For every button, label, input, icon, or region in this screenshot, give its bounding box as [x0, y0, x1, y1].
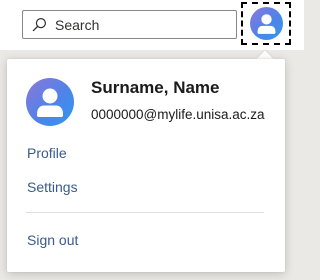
profile-link[interactable]: Profile — [27, 145, 67, 161]
user-name: Surname, Name — [91, 78, 220, 97]
person-icon — [37, 88, 63, 117]
top-bar — [0, 0, 304, 50]
sign-out-link[interactable]: Sign out — [27, 232, 78, 248]
menu-divider — [26, 212, 264, 213]
search-box[interactable] — [22, 10, 237, 39]
account-button[interactable] — [241, 2, 291, 45]
account-menu: Surname, Name 0000000@mylife.unisa.ac.za… — [7, 59, 285, 272]
search-icon — [31, 17, 47, 33]
person-icon — [257, 14, 275, 34]
avatar — [249, 7, 283, 40]
user-email: 0000000@mylife.unisa.ac.za — [91, 107, 265, 122]
profile-avatar — [26, 78, 74, 126]
search-input[interactable] — [55, 16, 225, 33]
settings-link[interactable]: Settings — [27, 179, 78, 195]
